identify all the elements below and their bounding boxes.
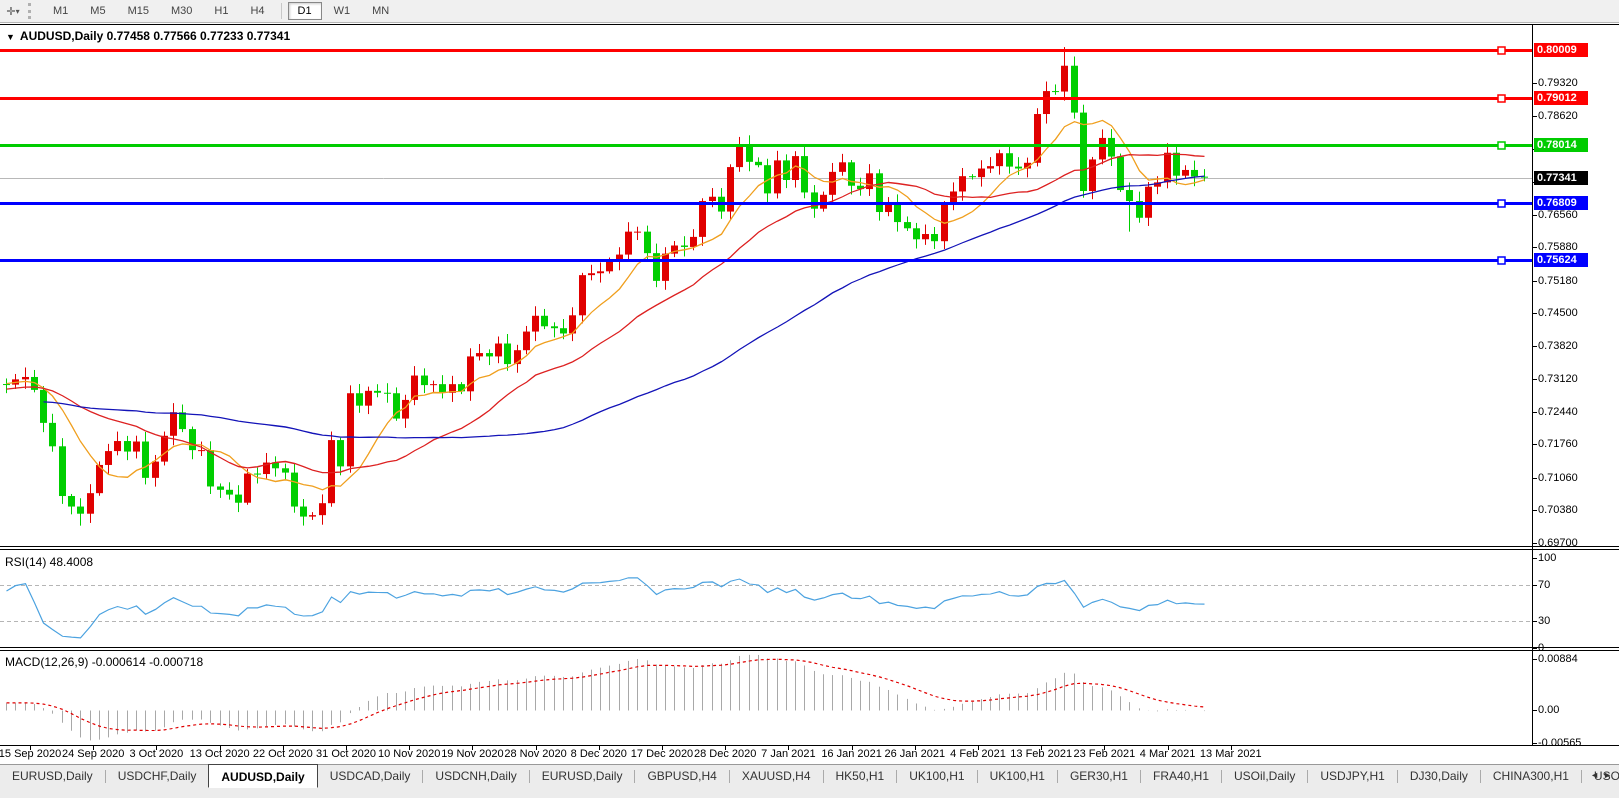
rsi-label: RSI(14) 48.4008 xyxy=(5,555,93,569)
tab-scroll-right-icon[interactable]: ► xyxy=(1603,770,1616,780)
chart-tab-dj30-daily[interactable]: DJ30,Daily xyxy=(1398,765,1480,786)
timeframe-button-m5[interactable]: M5 xyxy=(80,2,115,20)
chart-tabs: EURUSD,DailyUSDCHF,DailyAUDUSD,DailyUSDC… xyxy=(0,765,1619,788)
chart-tab-audusd-daily[interactable]: AUDUSD,Daily xyxy=(208,764,317,788)
price-tick-label: 0.76560 xyxy=(1538,209,1578,221)
rsi-tick-mark xyxy=(1532,621,1537,622)
macd-indicator-canvas[interactable] xyxy=(0,651,1533,745)
price-axis-line xyxy=(1532,25,1533,745)
chart-tab-uk100-h1[interactable]: UK100,H1 xyxy=(978,765,1057,786)
price-tick-label: 0.79320 xyxy=(1538,77,1578,89)
chevron-down-icon[interactable]: ▾ xyxy=(16,7,20,16)
price-tick-mark xyxy=(1532,116,1537,117)
macd-tick-label: 0.00 xyxy=(1538,704,1559,716)
price-tick-mark xyxy=(1532,379,1537,380)
price-tick-label: 0.72440 xyxy=(1538,406,1578,418)
macd-label: MACD(12,26,9) -0.000614 -0.000718 xyxy=(5,655,203,669)
price-tick-label: 0.70380 xyxy=(1538,504,1578,516)
timeframe-button-h4[interactable]: H4 xyxy=(240,2,274,20)
price-tick-mark xyxy=(1532,313,1537,314)
hline-price-tag: 0.80009 xyxy=(1534,43,1588,57)
chart-tab-usdcnh-daily[interactable]: USDCNH,Daily xyxy=(423,765,528,786)
price-tick-label: 0.69700 xyxy=(1538,537,1578,549)
price-tick-label: 0.74500 xyxy=(1538,307,1578,319)
timeframe-button-m15[interactable]: M15 xyxy=(118,2,159,20)
macd-tick-label: -0.00565 xyxy=(1538,737,1581,749)
price-tick-label: 0.71760 xyxy=(1538,438,1578,450)
chart-tab-hk50-h1[interactable]: HK50,H1 xyxy=(824,765,897,786)
macd-tick-label: 0.00884 xyxy=(1538,653,1578,665)
hline-price-tag: 0.76809 xyxy=(1534,196,1588,210)
price-tick-mark xyxy=(1532,543,1537,544)
price-chart-canvas[interactable] xyxy=(0,25,1533,546)
chart-tab-china300-h1[interactable]: CHINA300,H1 xyxy=(1481,765,1581,786)
price-tick-label: 0.73120 xyxy=(1538,373,1578,385)
price-tick-mark xyxy=(1532,510,1537,511)
rsi-tick-label: 30 xyxy=(1538,615,1550,627)
price-tick-label: 0.73820 xyxy=(1538,340,1578,352)
date-label: 13 Mar 2021 xyxy=(1191,748,1271,760)
price-tick-mark xyxy=(1532,215,1537,216)
chart-tab-ger30-h1[interactable]: GER30,H1 xyxy=(1058,765,1140,786)
chart-tab-usdjpy-h1[interactable]: USDJPY,H1 xyxy=(1308,765,1396,786)
chart-bottom-border xyxy=(0,745,1619,746)
price-tick-label: 0.71060 xyxy=(1538,472,1578,484)
chart-collapse-icon[interactable]: ▼ xyxy=(6,32,15,42)
price-tick-mark xyxy=(1532,346,1537,347)
price-tick-mark xyxy=(1532,412,1537,413)
timeframe-buttons: M1M5M15M30H1H4 D1W1MN xyxy=(42,2,400,20)
toolbar-grip-handle[interactable] xyxy=(28,3,36,19)
macd-tick-mark xyxy=(1532,743,1537,744)
price-tick-mark xyxy=(1532,478,1537,479)
price-tick-mark xyxy=(1532,444,1537,445)
chart-title: ▼ AUDUSD,Daily 0.77458 0.77566 0.77233 0.… xyxy=(6,29,290,43)
pane-separator-rsi[interactable] xyxy=(0,546,1619,550)
chart-tab-gbpusd-h4[interactable]: GBPUSD,H4 xyxy=(635,765,728,786)
chart-tab-xauusd-h4[interactable]: XAUUSD,H4 xyxy=(730,765,823,786)
rsi-tick-mark xyxy=(1532,648,1537,649)
price-tick-mark xyxy=(1532,281,1537,282)
chart-tab-eurusd-daily[interactable]: EURUSD,Daily xyxy=(530,765,635,786)
timeframe-button-h1[interactable]: H1 xyxy=(204,2,238,20)
price-tick-mark xyxy=(1532,247,1537,248)
chart-tab-fra40-h1[interactable]: FRA40,H1 xyxy=(1141,765,1221,786)
crosshair-cursor-icon[interactable]: ✛▾ xyxy=(0,2,26,20)
chart-tab-usoil-daily[interactable]: USOil,Daily xyxy=(1222,765,1307,786)
chart-tab-bar: EURUSD,DailyUSDCHF,DailyAUDUSD,DailyUSDC… xyxy=(0,764,1619,798)
toolbar-separator xyxy=(281,3,282,19)
chart-tab-uk100-h1[interactable]: UK100,H1 xyxy=(897,765,976,786)
price-tick-label: 0.78620 xyxy=(1538,110,1578,122)
timeframe-button-mn[interactable]: MN xyxy=(362,2,399,20)
rsi-tick-mark xyxy=(1532,558,1537,559)
rsi-tick-label: 100 xyxy=(1538,552,1556,564)
chart-tab-usdchf-daily[interactable]: USDCHF,Daily xyxy=(106,765,209,786)
price-tick-label: 0.75180 xyxy=(1538,275,1578,287)
timeframe-button-m30[interactable]: M30 xyxy=(161,2,202,20)
macd-tick-mark xyxy=(1532,659,1537,660)
timeframe-button-m1[interactable]: M1 xyxy=(43,2,78,20)
hline-price-tag: 0.79012 xyxy=(1534,91,1588,105)
rsi-tick-mark xyxy=(1532,585,1537,586)
chart-title-text: AUDUSD,Daily 0.77458 0.77566 0.77233 0.7… xyxy=(20,29,290,43)
tab-scroll-arrows: ◄► xyxy=(1590,770,1616,780)
macd-tick-mark xyxy=(1532,710,1537,711)
hline-price-tag: 0.78014 xyxy=(1534,138,1588,152)
timeframe-button-w1[interactable]: W1 xyxy=(324,2,361,20)
rsi-indicator-canvas[interactable] xyxy=(0,551,1533,647)
timeframe-toolbar: ✛▾ M1M5M15M30H1H4 D1W1MN xyxy=(0,0,1619,23)
tab-scroll-left-icon[interactable]: ◄ xyxy=(1590,770,1603,780)
timeframe-button-d1[interactable]: D1 xyxy=(288,2,322,20)
hline-price-tag: 0.75624 xyxy=(1534,253,1588,267)
rsi-tick-label: 70 xyxy=(1538,579,1550,591)
price-tick-mark xyxy=(1532,83,1537,84)
chart-tab-eurusd-daily[interactable]: EURUSD,Daily xyxy=(0,765,105,786)
chart-tab-usdcad-daily[interactable]: USDCAD,Daily xyxy=(318,765,423,786)
current-price-tag: 0.77341 xyxy=(1534,171,1588,185)
price-tick-label: 0.75880 xyxy=(1538,241,1578,253)
